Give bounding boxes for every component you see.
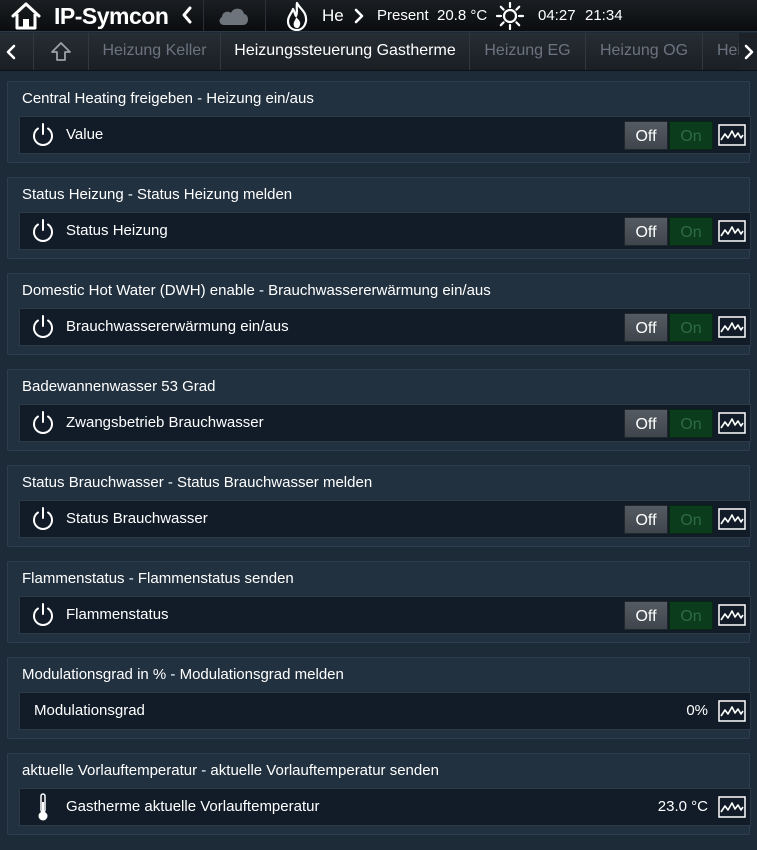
thermometer-icon: [36, 792, 50, 822]
variable-row: Value Off On: [19, 116, 751, 154]
on-button[interactable]: On: [669, 505, 713, 534]
current-time: 21:34: [585, 7, 623, 24]
variable-row: Modulationsgrad 0%: [19, 692, 751, 730]
panel-title: Domestic Hot Water (DWH) enable - Brauch…: [22, 282, 491, 299]
flame-icon[interactable]: [284, 1, 310, 32]
tab-heizung-keller[interactable]: Heizung Keller: [88, 33, 220, 70]
top-header: IP-Symcon He Present 20.8 °C 04:27 21:34: [0, 0, 757, 32]
chart-icon[interactable]: [718, 315, 746, 339]
main-content: Central Heating freigeben - Heizung ein/…: [0, 71, 757, 850]
power-icon: [30, 602, 56, 628]
tab-heizung-og[interactable]: Heizung OG: [585, 33, 702, 70]
panel-title: Central Heating freigeben - Heizung ein/…: [22, 90, 314, 107]
tab-heizung-more[interactable]: Hei: [702, 33, 739, 70]
panel-flammenstatus: Flammenstatus - Flammenstatus senden Fla…: [7, 561, 751, 643]
sun-icon: [495, 1, 525, 31]
off-button[interactable]: Off: [624, 505, 668, 534]
chart-icon[interactable]: [718, 603, 746, 627]
variable-value: 0%: [686, 702, 708, 719]
on-button[interactable]: On: [669, 313, 713, 342]
tab-heizung-eg[interactable]: Heizung EG: [469, 33, 585, 70]
app-title: IP-Symcon: [54, 3, 169, 29]
chart-icon[interactable]: [718, 699, 746, 723]
off-button[interactable]: Off: [624, 601, 668, 630]
tab-scroll-right-icon[interactable]: [739, 33, 757, 70]
presence-status: Present: [377, 7, 429, 24]
variable-label: Flammenstatus: [66, 606, 169, 623]
variable-value: 23.0 °C: [657, 798, 708, 815]
divider: [203, 0, 204, 32]
variable-label: Modulationsgrad: [34, 702, 145, 719]
panel-title: Modulationsgrad in % - Modulationsgrad m…: [22, 666, 344, 683]
variable-label: Brauchwassererwärmung ein/aus: [66, 318, 289, 335]
panel-title: Flammenstatus - Flammenstatus senden: [22, 570, 294, 587]
on-button[interactable]: On: [669, 217, 713, 246]
variable-label: Status Heizung: [66, 222, 168, 239]
off-button[interactable]: Off: [624, 313, 668, 342]
variable-row: Status Brauchwasser Off On: [19, 500, 751, 538]
panel-title: Status Heizung - Status Heizung melden: [22, 186, 293, 203]
panel-vorlauftemperatur: aktuelle Vorlauftemperatur - aktuelle Vo…: [7, 753, 751, 835]
chart-icon[interactable]: [718, 795, 746, 819]
variable-row: Status Heizung Off On: [19, 212, 751, 250]
panel-status-heizung: Status Heizung - Status Heizung melden S…: [7, 177, 751, 259]
panel-badewannenwasser: Badewannenwasser 53 Grad Zwangsbetrieb B…: [7, 369, 751, 451]
power-icon: [30, 122, 56, 148]
chart-icon[interactable]: [718, 123, 746, 147]
panel-title: aktuelle Vorlauftemperatur - aktuelle Vo…: [22, 762, 439, 779]
home-icon[interactable]: [10, 1, 42, 31]
tab-scroll-left-icon[interactable]: [2, 33, 22, 70]
panel-title: Status Brauchwasser - Status Brauchwasse…: [22, 474, 373, 491]
heating-shortcut-label[interactable]: He: [322, 5, 344, 27]
panel-central-heating: Central Heating freigeben - Heizung ein/…: [7, 81, 751, 163]
variable-label: Gastherme aktuelle Vorlauftemperatur: [66, 798, 320, 815]
power-icon: [30, 314, 56, 340]
outside-temperature: 20.8 °C: [437, 7, 488, 24]
variable-label: Zwangsbetrieb Brauchwasser: [66, 414, 264, 431]
on-button[interactable]: On: [669, 601, 713, 630]
chevron-right-icon[interactable]: [352, 6, 365, 26]
chevron-left-icon[interactable]: [180, 4, 194, 26]
chart-icon[interactable]: [718, 411, 746, 435]
panel-title: Badewannenwasser 53 Grad: [22, 378, 216, 395]
off-button[interactable]: Off: [624, 409, 668, 438]
on-button[interactable]: On: [669, 121, 713, 150]
variable-label: Value: [66, 126, 104, 143]
chart-icon[interactable]: [718, 507, 746, 531]
off-button[interactable]: Off: [624, 217, 668, 246]
power-icon: [30, 506, 56, 532]
up-arrow-icon[interactable]: [33, 33, 87, 70]
off-button[interactable]: Off: [624, 121, 668, 150]
panel-modulationsgrad: Modulationsgrad in % - Modulationsgrad m…: [7, 657, 751, 739]
power-icon: [30, 218, 56, 244]
variable-row: Flammenstatus Off On: [19, 596, 751, 634]
tab-bar: Heizung Keller Heizungssteuerung Gasther…: [0, 33, 757, 71]
cloud-icon[interactable]: [217, 5, 250, 26]
variable-row: Zwangsbetrieb Brauchwasser Off On: [19, 404, 751, 442]
variable-row: Brauchwassererwärmung ein/aus Off On: [19, 308, 751, 346]
tab-heizungssteuerung-gastherme[interactable]: Heizungssteuerung Gastherme: [220, 33, 469, 70]
variable-label: Status Brauchwasser: [66, 510, 208, 527]
on-button[interactable]: On: [669, 409, 713, 438]
panel-domestic-hot-water: Domestic Hot Water (DWH) enable - Brauch…: [7, 273, 751, 355]
panel-status-brauchwasser: Status Brauchwasser - Status Brauchwasse…: [7, 465, 751, 547]
sunrise-time: 04:27: [538, 7, 576, 24]
divider: [265, 0, 266, 32]
variable-row: Gastherme aktuelle Vorlauftemperatur 23.…: [19, 788, 751, 826]
chart-icon[interactable]: [718, 219, 746, 243]
power-icon: [30, 410, 56, 436]
